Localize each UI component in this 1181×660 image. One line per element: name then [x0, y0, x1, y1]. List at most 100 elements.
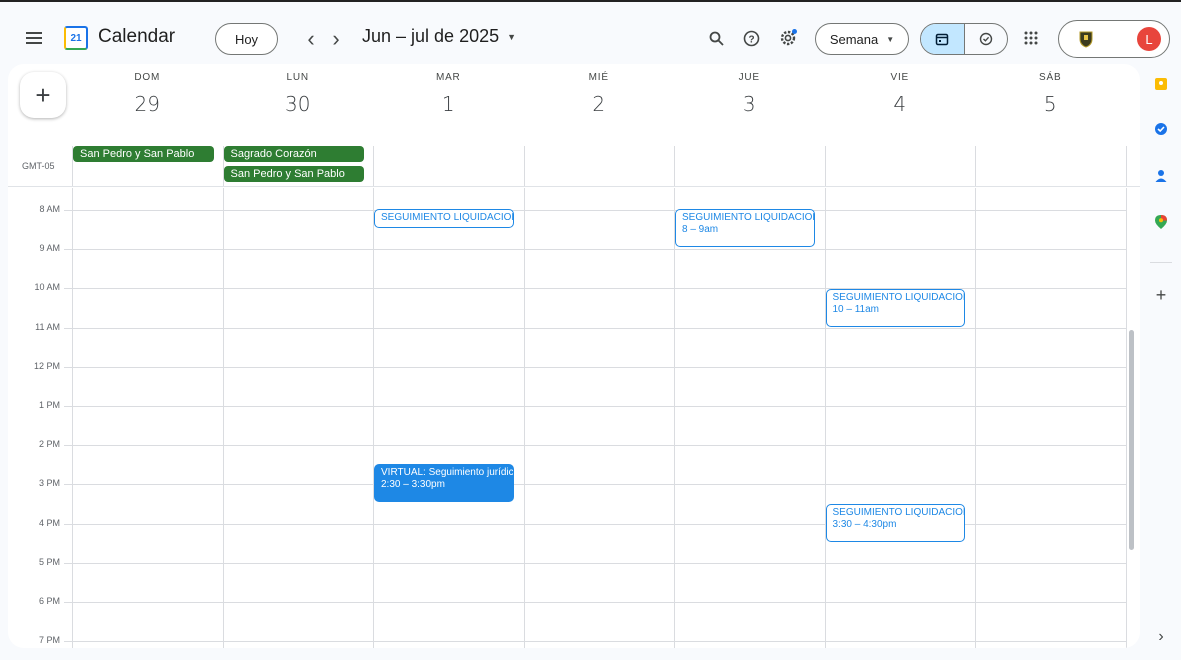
hour-label: 5 PM: [38, 556, 60, 567]
hour-label: 10 AM: [34, 282, 60, 293]
day-name: JUE: [738, 72, 760, 83]
account-switcher[interactable]: L: [1058, 20, 1170, 58]
day-number[interactable]: 5: [975, 86, 1126, 122]
maps-icon[interactable]: [1152, 213, 1170, 231]
tasks-icon[interactable]: [1152, 120, 1170, 138]
event-time: 10 – 11am: [832, 304, 880, 315]
calendar-event[interactable]: SEGUIMIENTO LIQUIDACION 10 – 11am: [825, 289, 965, 327]
hour-label: 2 PM: [38, 439, 60, 450]
hour-label: 3 PM: [38, 478, 60, 489]
create-event-button[interactable]: +: [20, 72, 66, 118]
day-column-divider: [1125, 188, 1127, 648]
contacts-icon[interactable]: [1152, 167, 1170, 185]
event-title: VIRTUAL: Seguimiento jurídico: [381, 467, 514, 478]
day-name: SÁB: [1039, 72, 1062, 83]
view-selector-label: Semana: [829, 31, 879, 47]
expand-side-panel-chevron-icon[interactable]: ›: [1152, 628, 1170, 646]
hour-label: 8 AM: [39, 204, 60, 214]
day-column-divider: [824, 188, 826, 648]
hour-label: 9 AM: [39, 243, 60, 254]
help-icon[interactable]: ?: [735, 22, 767, 54]
day-number[interactable]: 2: [524, 86, 675, 122]
day-name: VIE: [890, 72, 910, 83]
all-day-column-divider: [674, 146, 675, 186]
vertical-scrollbar[interactable]: [1129, 330, 1134, 550]
day-header[interactable]: MAR 1: [373, 70, 524, 122]
all-day-event[interactable]: Sagrado Corazón: [223, 146, 364, 162]
event-title: SEGUIMIENTO LIQUIDACION: [682, 212, 815, 223]
day-column-divider: [72, 188, 73, 648]
day-number[interactable]: 30: [223, 86, 374, 122]
hour-label: 11 AM: [35, 321, 60, 332]
all-day-column-divider: [975, 146, 976, 186]
caret-down-icon: ▼: [886, 34, 895, 44]
event-title: SEGUIMIENTO LIQUIDACION: [832, 507, 965, 518]
day-header[interactable]: DOM 29: [72, 70, 223, 122]
hour-label: 7 PM: [38, 635, 60, 646]
calendar-event[interactable]: SEGUIMIENTO LIQUIDACION: [374, 209, 514, 228]
day-header[interactable]: MIÉ 2: [524, 70, 675, 122]
event-time: 2:30 – 3:30pm: [381, 479, 445, 490]
view-selector-button[interactable]: Semana ▼: [815, 23, 909, 55]
day-number[interactable]: 29: [72, 86, 223, 122]
event-time: 3:30 – 4:30pm: [832, 519, 897, 530]
hour-label: 6 PM: [38, 596, 60, 606]
hour-label: 12 PM: [33, 360, 60, 371]
all-day-divider: [8, 186, 1140, 187]
svg-text:?: ?: [748, 34, 754, 45]
day-number[interactable]: 1: [373, 86, 524, 122]
day-name: DOM: [134, 72, 161, 83]
today-button[interactable]: Hoy: [215, 23, 278, 55]
hour-label: 1 PM: [38, 400, 60, 410]
day-column-divider: [975, 188, 976, 648]
all-day-column-divider: [824, 146, 826, 186]
get-addons-plus-icon[interactable]: +: [1152, 285, 1170, 305]
day-name: MIÉ: [588, 72, 609, 83]
view-toggle-group: [920, 23, 1008, 55]
day-number[interactable]: 4: [825, 86, 976, 122]
organization-logo-icon: [1075, 29, 1097, 49]
day-header[interactable]: LUN 30: [223, 70, 374, 122]
calendar-event[interactable]: VIRTUAL: Seguimiento jurídico 2:30 – 3:30…: [374, 464, 514, 502]
apps-grid-icon[interactable]: [1015, 22, 1047, 54]
day-number[interactable]: 3: [674, 86, 825, 122]
all-day-column-divider: [1125, 146, 1127, 186]
next-week-button[interactable]: ›: [320, 23, 352, 55]
all-day-column-divider: [373, 146, 374, 186]
date-range-title: Jun – jul de 2025: [362, 26, 500, 46]
timezone-label: GMT-05: [22, 161, 55, 171]
hour-label: 4 PM: [38, 517, 60, 528]
event-time: 8 – 9am: [682, 224, 719, 235]
settings-gear-icon[interactable]: [772, 22, 804, 54]
main-menu-icon[interactable]: [18, 22, 50, 54]
user-avatar[interactable]: L: [1137, 27, 1161, 51]
day-column-divider: [373, 188, 374, 648]
calendar-view-icon[interactable]: [921, 24, 964, 54]
side-panel-divider: [1150, 262, 1172, 263]
top-bar: 21 Calendar Hoy ‹ › Jun – jul de 2025 ▼ …: [0, 0, 1181, 64]
app-title: Calendar: [98, 26, 176, 47]
search-icon[interactable]: [700, 22, 732, 54]
keep-icon[interactable]: [1152, 75, 1170, 93]
chevron-down-icon: ▼: [507, 31, 517, 42]
event-title: SEGUIMIENTO LIQUIDACION: [832, 292, 965, 303]
calendar-event[interactable]: SEGUIMIENTO LIQUIDACION 8 – 9am: [675, 209, 815, 247]
day-column-divider: [222, 188, 224, 648]
all-day-column-divider: [523, 146, 525, 186]
tasks-view-icon[interactable]: [963, 24, 1007, 54]
calendar-event[interactable]: SEGUIMIENTO LIQUIDACION 3:30 – 4:30pm: [825, 504, 965, 542]
event-title: SEGUIMIENTO LIQUIDACION: [381, 212, 514, 223]
day-name: MAR: [435, 72, 461, 83]
date-range-dropdown[interactable]: Jun – jul de 2025 ▼: [362, 26, 516, 47]
calendar-week-view: + GMT-05 DOM 29 LUN 30 MAR 1 MIÉ 2 JUE 3 VIE 4 SÁB 5 …: [8, 64, 1140, 648]
day-column-divider: [523, 188, 525, 648]
day-header[interactable]: VIE 4: [825, 70, 976, 122]
all-day-event[interactable]: San Pedro y San Pablo: [73, 146, 214, 162]
day-header[interactable]: SÁB 5: [975, 70, 1126, 122]
calendar-logo-icon[interactable]: 21: [64, 26, 88, 50]
all-day-event[interactable]: San Pedro y San Pablo: [223, 166, 364, 182]
day-name: LUN: [286, 72, 309, 83]
day-header[interactable]: JUE 3: [674, 70, 825, 122]
day-column-divider: [674, 188, 675, 648]
logo-day: 21: [70, 32, 82, 44]
